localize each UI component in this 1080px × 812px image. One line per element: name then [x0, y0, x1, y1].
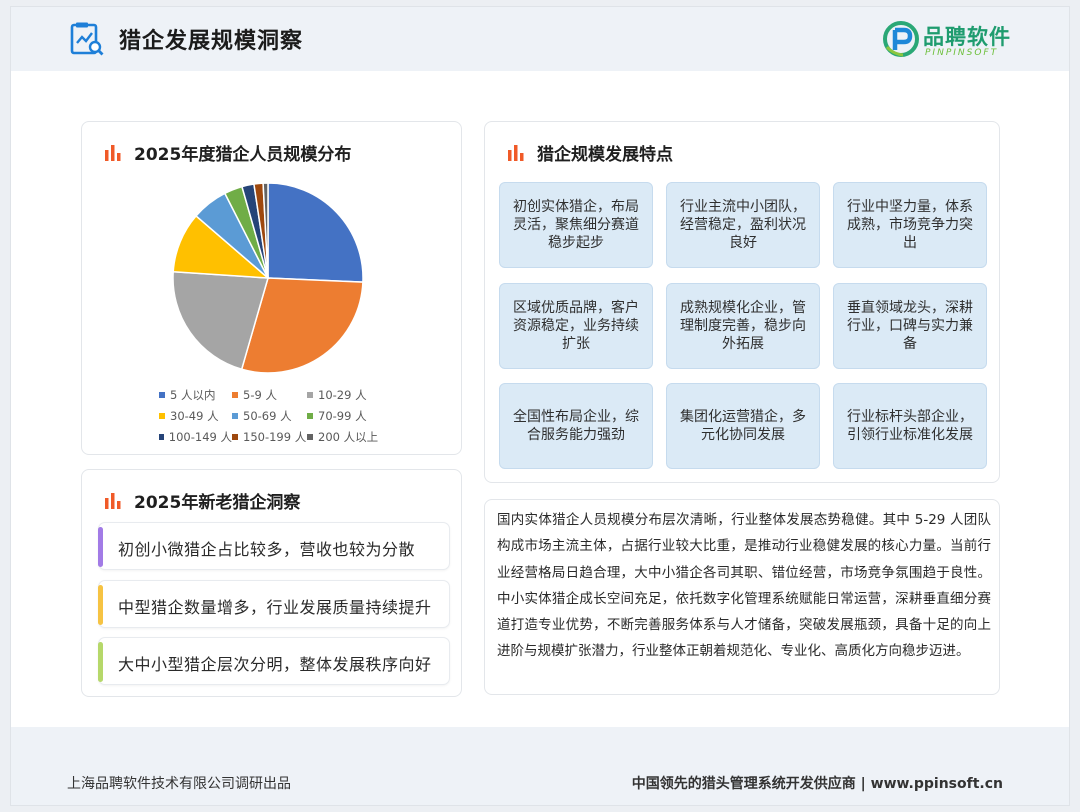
legend-item: 10-29 人 — [307, 387, 397, 403]
feature-text: 集团化运营猎企，多元化协同发展 — [680, 409, 806, 443]
insight-card: 2025年新老猎企洞察 初创小微猎企占比较多，营收也较为分散 中型猎企数量增多，… — [81, 469, 462, 697]
legend-item: 5-9 人 — [232, 387, 307, 403]
feature-card: 猎企规模发展特点 初创实体猎企，布局灵活，聚焦细分赛道稳步起步 行业主流中小团队… — [484, 121, 1000, 483]
insight-text: 中型猎企数量增多，行业发展质量持续提升 — [118, 598, 432, 617]
legend-label: 150-199 人 — [243, 429, 307, 444]
legend-item: 70-99 人 — [307, 408, 397, 424]
feature-box: 全国性布局企业，综合服务能力强劲 — [499, 383, 653, 469]
insight-item: 中型猎企数量增多，行业发展质量持续提升 — [98, 580, 450, 628]
summary-text: 国内实体猎企人员规模分布层次清晰，行业整体发展态势稳健。其中 5-29 人团队构… — [497, 512, 991, 660]
report-page: 猎企发展规模洞察 品聘软件 PINPINSOFT 2025年度猎企人员规模分布 … — [10, 6, 1070, 806]
insight-item: 大中小型猎企层次分明，整体发展秩序向好 — [98, 637, 450, 685]
bar-chart-icon — [508, 144, 524, 161]
page-title: 猎企发展规模洞察 — [119, 29, 304, 54]
summary-card: 国内实体猎企人员规模分布层次清晰，行业整体发展态势稳健。其中 5-29 人团队构… — [484, 499, 1000, 695]
pie-chart — [172, 182, 364, 374]
bar-chart-icon — [105, 492, 121, 509]
legend-label: 10-29 人 — [318, 387, 367, 402]
insight-accent-bar — [98, 527, 103, 567]
legend-swatch — [232, 391, 238, 398]
legend-swatch — [307, 412, 313, 419]
legend-label: 200 人以上 — [318, 429, 379, 444]
feature-text: 成熟规模化企业，管理制度完善，稳步向外拓展 — [680, 300, 806, 352]
feature-box: 区域优质品牌，客户资源稳定，业务持续扩张 — [499, 283, 653, 369]
feature-text: 垂直领域龙头，深耕行业，口碑与实力兼备 — [847, 300, 973, 352]
feature-box: 行业标杆头部企业，引领行业标准化发展 — [833, 383, 987, 469]
insight-card-title: 2025年新老猎企洞察 — [104, 488, 300, 513]
footer-publisher: 上海品聘软件技术有限公司调研出品 — [67, 776, 291, 792]
page-header: 猎企发展规模洞察 品聘软件 PINPINSOFT — [11, 7, 1069, 71]
legend-swatch — [159, 391, 165, 398]
chart-legend: 5 人以内 5-9 人 10-29 人 30-49 人 50-69 人 70-99 人 10… — [159, 384, 449, 447]
legend-item: 50-69 人 — [232, 408, 307, 424]
legend-label: 70-99 人 — [318, 408, 367, 423]
pie-card-title-text: 2025年度猎企人员规模分布 — [134, 145, 352, 165]
pie-chart-card: 2025年度猎企人员规模分布 5 人以内 5-9 人 10-29 人 30-49 人5… — [81, 121, 462, 455]
legend-swatch — [159, 412, 165, 419]
legend-label: 30-49 人 — [170, 408, 219, 423]
legend-label: 5 人以内 — [170, 387, 216, 402]
feature-box: 垂直领域龙头，深耕行业，口碑与实力兼备 — [833, 283, 987, 369]
feature-box: 行业主流中小团队，经营稳定，盈利状况良好 — [666, 182, 820, 268]
insight-card-title-text: 2025年新老猎企洞察 — [134, 493, 301, 513]
feature-text: 行业中坚力量，体系成熟，市场竞争力突出 — [847, 199, 973, 251]
page-footer: 上海品聘软件技术有限公司调研出品 中国领先的猎头管理系统开发供应商 | www.… — [11, 727, 1069, 805]
feature-box: 初创实体猎企，布局灵活，聚焦细分赛道稳步起步 — [499, 182, 653, 268]
pinpinsoft-logo-icon — [883, 21, 919, 57]
insight-accent-bar — [98, 642, 103, 682]
feature-text: 初创实体猎企，布局灵活，聚焦细分赛道稳步起步 — [513, 199, 639, 251]
legend-swatch — [307, 433, 313, 440]
legend-label: 5-9 人 — [243, 387, 277, 402]
legend-item: 200 人以上 — [307, 429, 397, 445]
feature-text: 区域优质品牌，客户资源稳定，业务持续扩张 — [513, 300, 639, 352]
legend-item: 100-149 人 — [159, 429, 232, 445]
insight-accent-bar — [98, 585, 103, 625]
feature-card-title-text: 猎企规模发展特点 — [537, 145, 673, 165]
feature-text: 全国性布局企业，综合服务能力强劲 — [513, 409, 639, 443]
legend-swatch — [307, 391, 313, 398]
legend-row: 30-49 人 50-69 人 70-99 人 — [159, 405, 449, 426]
legend-swatch — [232, 412, 238, 419]
company-logo: 品聘软件 PINPINSOFT — [883, 19, 1023, 61]
legend-row: 5 人以内 5-9 人 10-29 人 — [159, 384, 449, 405]
feature-text: 行业主流中小团队，经营稳定，盈利状况良好 — [680, 199, 806, 251]
logo-text: 品聘软件 — [923, 25, 1011, 49]
feature-box: 成熟规模化企业，管理制度完善，稳步向外拓展 — [666, 283, 820, 369]
feature-text: 行业标杆头部企业，引领行业标准化发展 — [847, 409, 973, 443]
legend-item: 150-199 人 — [232, 429, 307, 445]
legend-label: 100-149 人 — [168, 429, 232, 444]
legend-row: 100-149 人 150-199 人 200 人以上 — [159, 426, 449, 447]
report-chart-icon — [70, 22, 104, 56]
feature-box: 行业中坚力量，体系成熟，市场竞争力突出 — [833, 182, 987, 268]
bar-chart-icon — [105, 144, 121, 161]
feature-box: 集团化运营猎企，多元化协同发展 — [666, 383, 820, 469]
logo-subtext: PINPINSOFT — [925, 48, 999, 58]
pie-slice — [267, 182, 364, 283]
legend-item: 5 人以内 — [159, 387, 232, 403]
footer-tagline: 中国领先的猎头管理系统开发供应商 | www.ppinsoft.cn — [631, 776, 1003, 792]
insight-text: 大中小型猎企层次分明，整体发展秩序向好 — [118, 655, 432, 674]
pie-card-title: 2025年度猎企人员规模分布 — [104, 140, 351, 165]
legend-swatch — [232, 433, 238, 440]
insight-item: 初创小微猎企占比较多，营收也较为分散 — [98, 522, 450, 570]
legend-label: 50-69 人 — [243, 408, 292, 423]
insight-text: 初创小微猎企占比较多，营收也较为分散 — [118, 540, 416, 559]
feature-card-title: 猎企规模发展特点 — [507, 140, 673, 165]
legend-item: 30-49 人 — [159, 408, 232, 424]
legend-swatch — [159, 433, 164, 440]
